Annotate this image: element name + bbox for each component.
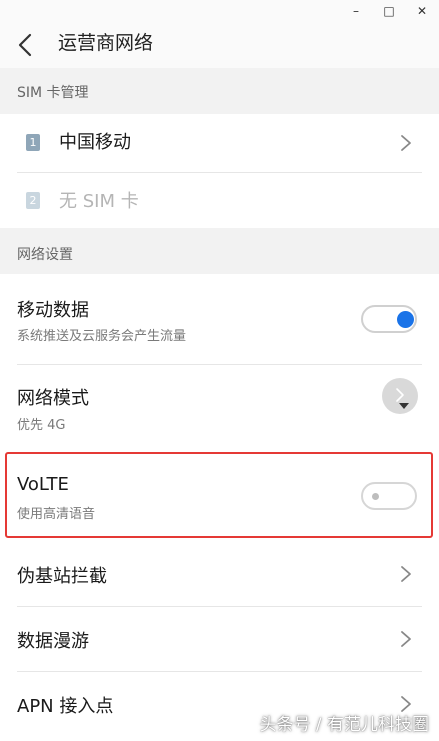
watermark-text: 头条号 / 有范儿科技圈 bbox=[259, 715, 429, 735]
apn-title: APN 接入点 bbox=[17, 696, 114, 717]
network-mode-row[interactable]: 网络模式 优先 4G bbox=[0, 364, 439, 450]
chevron-right-icon bbox=[401, 135, 411, 151]
network-mode-title: 网络模式 bbox=[17, 388, 89, 409]
back-button[interactable] bbox=[14, 30, 38, 60]
roaming-title: 数据漫游 bbox=[17, 631, 89, 652]
back-arrow-icon bbox=[18, 33, 32, 57]
sim-slot-badge-2: 2 bbox=[26, 192, 40, 209]
network-mode-subtitle: 优先 4G bbox=[17, 418, 66, 433]
dropdown-arrow-icon bbox=[396, 388, 409, 409]
mobile-data-row[interactable]: 移动数据 系统推送及云服务会产生流量 bbox=[0, 274, 439, 364]
page-title: 运营商网络 bbox=[58, 32, 154, 54]
fake-station-row[interactable]: 伪基站拦截 bbox=[0, 542, 439, 606]
minimize-button[interactable]: – bbox=[348, 3, 364, 19]
volte-highlight-box bbox=[5, 452, 433, 538]
window-titlebar: – □ ✕ bbox=[0, 0, 439, 24]
mobile-data-title: 移动数据 bbox=[17, 300, 89, 321]
roaming-row[interactable]: 数据漫游 bbox=[0, 607, 439, 671]
fake-station-title: 伪基站拦截 bbox=[17, 566, 107, 587]
mobile-data-subtitle: 系统推送及云服务会产生流量 bbox=[17, 329, 187, 344]
section-header-sim: SIM 卡管理 bbox=[0, 68, 439, 114]
close-button[interactable]: ✕ bbox=[414, 3, 430, 19]
sim-card-1-label: 中国移动 bbox=[59, 132, 131, 153]
sim-card-2-row: 2 无 SIM 卡 bbox=[0, 172, 439, 228]
sim-card-2-label: 无 SIM 卡 bbox=[59, 191, 139, 212]
sim-slot-badge-1: 1 bbox=[26, 134, 40, 151]
maximize-button[interactable]: □ bbox=[381, 3, 397, 19]
chevron-right-icon bbox=[401, 566, 411, 582]
mobile-data-toggle[interactable] bbox=[361, 305, 417, 333]
chevron-right-icon bbox=[401, 631, 411, 647]
toggle-knob bbox=[397, 311, 414, 328]
app-header: 运营商网络 bbox=[0, 24, 439, 68]
network-mode-dropdown[interactable] bbox=[382, 378, 418, 414]
section-header-network: 网络设置 bbox=[0, 228, 439, 274]
sim-card-1-row[interactable]: 1 中国移动 bbox=[0, 114, 439, 172]
